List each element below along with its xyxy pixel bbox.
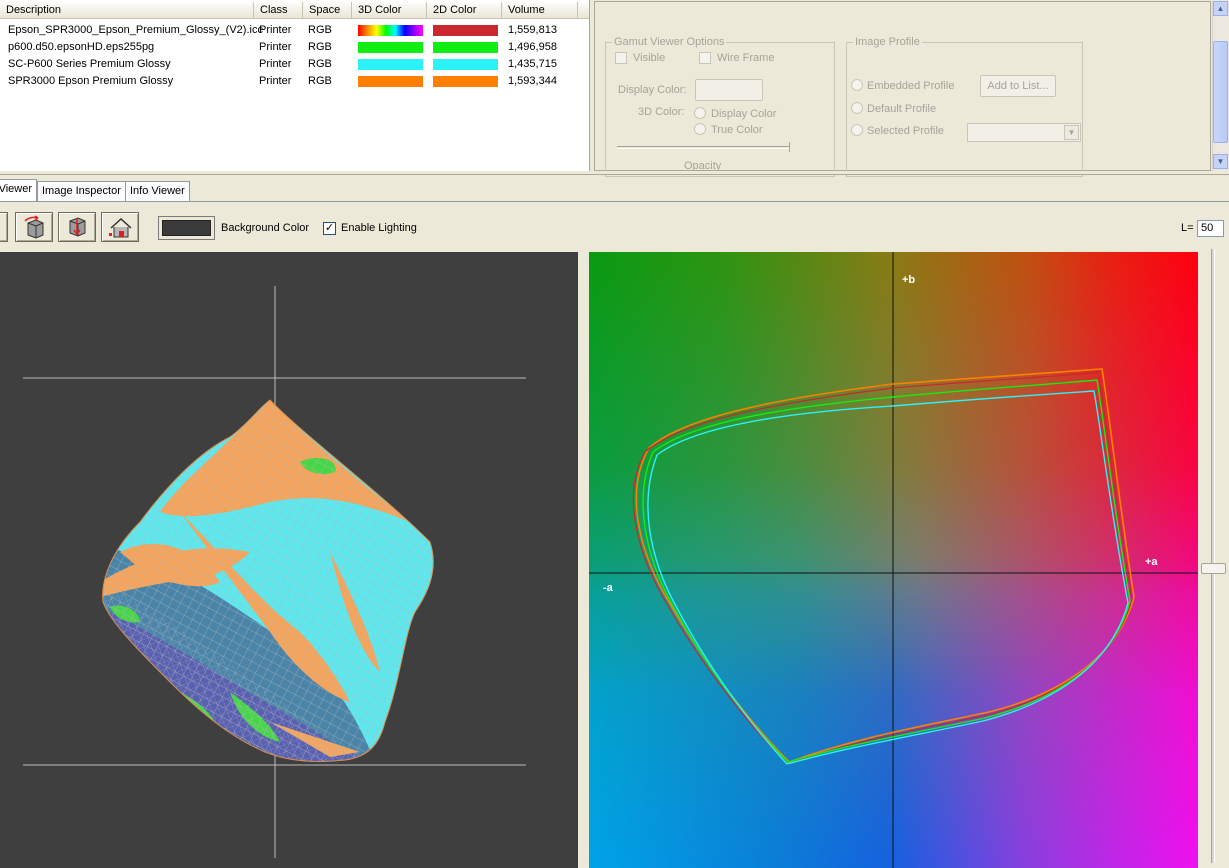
add-to-list-button[interactable]: Add to List... [980, 75, 1056, 97]
minus-a-label: -a [603, 582, 614, 594]
row-class: Printer [259, 58, 292, 70]
rainbow-swatch-3d[interactable] [358, 25, 423, 36]
display-color-radio[interactable] [694, 107, 706, 119]
table-row[interactable]: SPR3000 Epson Premium Glossy Printer RGB… [0, 73, 589, 90]
color-swatch-3d[interactable] [358, 76, 423, 87]
cube-flip-icon [69, 217, 86, 237]
color-swatch-2d[interactable] [433, 25, 498, 36]
profile-select[interactable]: ▼ [967, 123, 1081, 142]
plus-a-label: +a [1145, 556, 1158, 568]
column-header-class[interactable]: Class [254, 2, 303, 19]
enable-lighting-checkbox[interactable]: ✓ [323, 222, 336, 235]
row-description: p600.d50.epsonHD.eps255pg [8, 41, 155, 53]
color-swatch-2d[interactable] [433, 42, 498, 53]
toolbar-button-partial[interactable] [0, 212, 8, 242]
ab-plane-plot: +b +a -a [589, 252, 1198, 868]
row-description: SPR3000 Epson Premium Glossy [8, 75, 174, 87]
home-icon [109, 217, 132, 238]
table-row[interactable]: p600.d50.epsonHD.eps255pg Printer RGB 1,… [0, 39, 589, 56]
group-title: Image Profile [853, 36, 922, 48]
slider-track [1211, 249, 1215, 863]
gamut-2d-viewer[interactable]: +b +a -a [589, 252, 1198, 868]
default-profile-label: Default Profile [867, 103, 937, 115]
row-description: SC-P600 Series Premium Glossy [8, 58, 171, 70]
row-description: Epson_SPR3000_Epson_Premium_Glossy_(V2).… [8, 24, 263, 36]
wireframe-label: Wire Frame [717, 52, 775, 64]
panel-splitter[interactable] [0, 171, 1229, 175]
column-header-volume[interactable]: Volume [502, 2, 578, 19]
radio-display-color-label: Display Color [711, 108, 777, 120]
tab-divider [0, 201, 1229, 202]
chevron-down-icon[interactable]: ▼ [1213, 154, 1228, 169]
background-color-swatch [162, 220, 211, 236]
tab-viewer[interactable]: Viewer [0, 179, 37, 201]
row-volume: 1,435,715 [508, 58, 557, 70]
lightness-input[interactable]: 50 [1197, 220, 1224, 237]
home-view-button[interactable] [101, 212, 139, 242]
display-color-button[interactable] [695, 79, 763, 101]
color-swatch-3d[interactable] [358, 42, 423, 53]
gamut-3d-render [23, 286, 526, 858]
lightness-slider[interactable] [1198, 245, 1229, 868]
cube-rotate-icon [24, 215, 44, 239]
rotate-view-button[interactable] [15, 212, 53, 242]
visible-label: Visible [633, 52, 666, 64]
flip-view-button[interactable] [58, 212, 96, 242]
options-panel: Gamut Viewer Options Visible Wire Frame … [594, 1, 1211, 177]
chevron-up-icon[interactable]: ▲ [1213, 1, 1228, 16]
background-color-label: Background Color [221, 222, 310, 234]
row-space: RGB [308, 75, 332, 87]
profile-table: Description Class Space 3D Color 2D Colo… [0, 0, 590, 171]
column-header-description[interactable]: Description [0, 2, 254, 19]
row-space: RGB [308, 24, 332, 36]
tab-info-viewer[interactable]: Info Viewer [125, 181, 190, 201]
embedded-profile-radio[interactable] [851, 79, 863, 91]
tab-strip: Viewer Image Inspector Info Viewer [0, 179, 1229, 202]
enable-lighting-label: Enable Lighting [341, 222, 417, 234]
lightness-label: L= [1181, 222, 1194, 234]
row-class: Printer [259, 24, 292, 36]
slider-thumb[interactable] [1201, 563, 1226, 574]
background-color-button[interactable] [158, 216, 215, 240]
table-row[interactable]: SC-P600 Series Premium Glossy Printer RG… [0, 56, 589, 73]
row-class: Printer [259, 75, 292, 87]
embedded-profile-label: Embedded Profile [867, 80, 955, 92]
column-header-filler [578, 2, 589, 19]
plus-b-label: +b [902, 274, 915, 286]
color-swatch-2d[interactable] [433, 76, 498, 87]
chevron-down-icon[interactable]: ▼ [1064, 125, 1079, 140]
group-title: Gamut Viewer Options [612, 36, 727, 48]
selected-profile-label: Selected Profile [867, 125, 945, 137]
table-row[interactable]: Epson_SPR3000_Epson_Premium_Glossy_(V2).… [0, 22, 589, 39]
opacity-slider-track[interactable] [617, 146, 789, 149]
color3d-label: 3D Color: [638, 106, 685, 118]
table-header: Description Class Space 3D Color 2D Colo… [0, 2, 589, 19]
column-header-3d-color[interactable]: 3D Color [352, 2, 427, 19]
row-volume: 1,559,813 [508, 24, 557, 36]
true-color-radio[interactable] [694, 123, 706, 135]
color-swatch-3d[interactable] [358, 59, 423, 70]
column-header-2d-color[interactable]: 2D Color [427, 2, 502, 19]
wireframe-checkbox[interactable] [699, 52, 711, 64]
default-profile-radio[interactable] [851, 102, 863, 114]
tab-image-inspector[interactable]: Image Inspector [37, 181, 126, 201]
row-volume: 1,593,344 [508, 75, 557, 87]
column-header-space[interactable]: Space [303, 2, 352, 19]
selected-profile-radio[interactable] [851, 124, 863, 136]
scroll-thumb[interactable] [1213, 41, 1228, 143]
options-scrollbar[interactable]: ▲ ▼ [1212, 1, 1228, 171]
visible-checkbox[interactable] [615, 52, 627, 64]
row-space: RGB [308, 41, 332, 53]
color-swatch-2d[interactable] [433, 59, 498, 70]
row-volume: 1,496,958 [508, 41, 557, 53]
display-color-label: Display Color: [618, 84, 687, 96]
gamut-3d-viewer[interactable] [0, 252, 578, 868]
opacity-slider-thumb[interactable] [786, 142, 790, 152]
radio-true-color-label: True Color [711, 124, 763, 136]
gamut-solid [102, 400, 434, 762]
row-space: RGB [308, 58, 332, 70]
row-class: Printer [259, 41, 292, 53]
